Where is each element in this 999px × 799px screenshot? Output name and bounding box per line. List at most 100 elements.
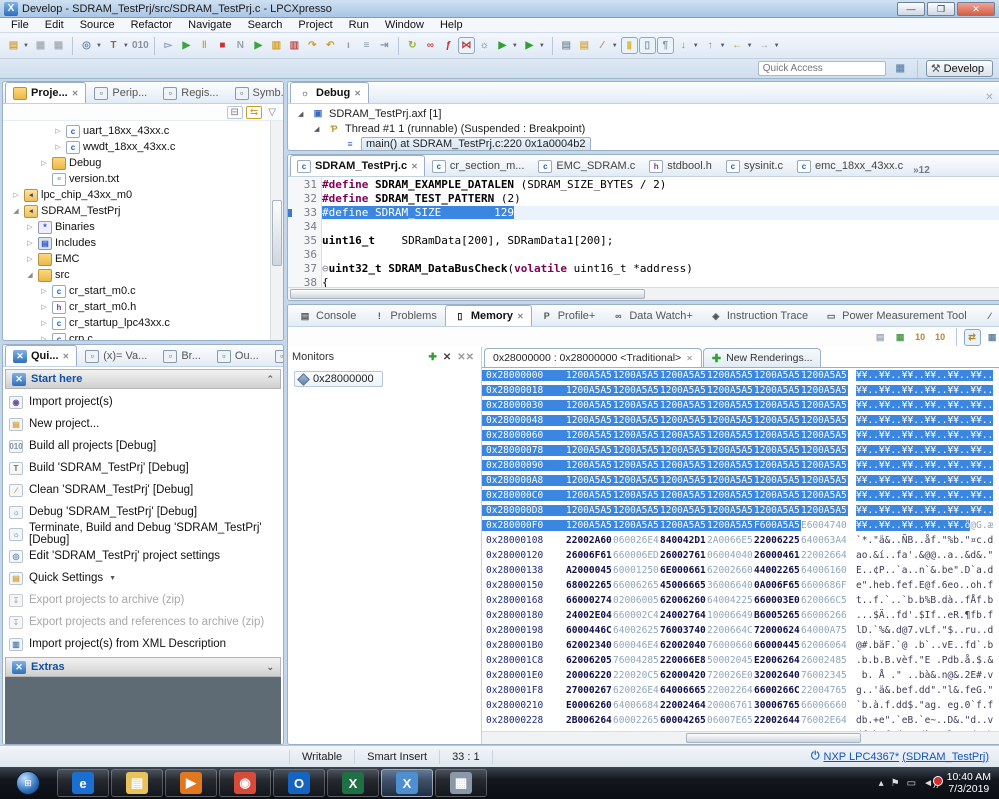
memory-value[interactable]: 1200A5A5: [754, 430, 801, 441]
network-icon[interactable]: ▭: [907, 778, 916, 789]
launch-config-icon[interactable]: ◎: [78, 37, 95, 54]
editor-gutter[interactable]: 313233343536373839: [288, 177, 322, 287]
menu-navigate[interactable]: Navigate: [181, 18, 238, 32]
start-here-header[interactable]: ✕ Start here ⌃: [5, 369, 281, 389]
memory-value[interactable]: 22004765: [801, 685, 848, 696]
expand-arrow-icon[interactable]: ◢: [11, 207, 21, 215]
memory-value[interactable]: 06007E65: [707, 715, 754, 726]
memory-value[interactable]: 36006640: [707, 580, 754, 591]
quickstart-item[interactable]: ☼ Debug 'SDRAM_TestPrj' [Debug]: [9, 503, 281, 521]
memory-value[interactable]: E0006260: [566, 700, 613, 711]
memory-row[interactable]: 0x28000078 1200A5A5 1200A5A5 1200A5A5 1200A5…: [482, 443, 999, 458]
debug-tree-item[interactable]: ≡ main() at SDRAM_TestPrj.c:220 0x1a0004b…: [294, 136, 999, 150]
expand-arrow-icon[interactable]: ▷: [53, 143, 63, 151]
memory-value[interactable]: 62002340: [566, 640, 613, 651]
memory-value[interactable]: 220066E8: [660, 655, 707, 666]
memory-value[interactable]: B6005265: [754, 610, 801, 621]
quick-access-input[interactable]: [757, 61, 886, 76]
editor-tab-4[interactable]: c sysinit.c: [719, 155, 790, 176]
prev-annotation-icon[interactable]: ↑: [702, 37, 719, 54]
editor-hscrollbar[interactable]: [288, 287, 999, 300]
code-area[interactable]: #define SDRAM_EXAMPLE_DATALEN (SDRAM_SIZ…: [322, 177, 999, 287]
memory-value[interactable]: E6004740: [801, 520, 848, 531]
editor-tab-1[interactable]: c cr_section_m...: [425, 155, 532, 176]
bottom-tab-1[interactable]: ! Problems: [364, 305, 444, 326]
close-icon[interactable]: ✕: [72, 89, 79, 98]
debug-tree-item[interactable]: ◢ ▣ SDRAM_TestPrj.axf [1]: [294, 106, 999, 121]
memory-value[interactable]: 1200A5A5: [801, 370, 848, 381]
run-app-icon[interactable]: ▶: [494, 37, 511, 54]
volume-muted-icon[interactable]: ◄)): [923, 775, 943, 789]
menu-run[interactable]: Run: [342, 18, 376, 32]
calculator[interactable]: ▦: [435, 769, 487, 797]
memory-value[interactable]: 1200A5A5: [707, 445, 754, 456]
memory-value[interactable]: 22002664: [801, 550, 848, 561]
new-memory-tab-icon[interactable]: ▤: [872, 329, 889, 346]
memory-row[interactable]: 0x28000198 6000446C 64002625 76003740 220066…: [482, 623, 999, 638]
memory-value[interactable]: 06004040: [707, 550, 754, 561]
editor-tab-5[interactable]: c emc_18xx_43xx.c: [790, 155, 910, 176]
extras-header[interactable]: ✕ Extras ⌄: [5, 657, 281, 677]
memory-value[interactable]: 1200A5A5: [613, 505, 660, 516]
memory-value[interactable]: 30006765: [754, 700, 801, 711]
memory-value[interactable]: 1200A5A5: [566, 370, 613, 381]
memory-value[interactable]: 22002264: [707, 685, 754, 696]
memory-value[interactable]: 1200A5A5: [801, 460, 848, 471]
quickstart-tab-4[interactable]: ▫Ex...: [267, 345, 283, 366]
memory-value[interactable]: 1200A5A5: [754, 475, 801, 486]
memory-value[interactable]: 60004265: [660, 715, 707, 726]
expand-arrow-icon[interactable]: ◢: [314, 125, 323, 133]
show-whitespace-icon[interactable]: ¶: [656, 37, 674, 54]
memory-value[interactable]: 1200A5A5: [754, 490, 801, 501]
link-with-editor-icon[interactable]: ⇆: [245, 105, 263, 119]
tree-item[interactable]: ▷ c cr_startup_lpc43xx.c: [3, 315, 283, 331]
flash-program-icon[interactable]: ƒ: [440, 37, 457, 54]
memory-value[interactable]: 1200A5A5: [660, 460, 707, 471]
memory-value[interactable]: 0A006F65: [754, 580, 801, 591]
memory-value[interactable]: 1200A5A5: [660, 475, 707, 486]
memory-value[interactable]: 1200A5A5: [613, 520, 660, 531]
explorer-tab-0[interactable]: Proje... ✕: [5, 82, 87, 103]
breakpoint-marker[interactable]: [288, 209, 292, 217]
mark-occurrences-icon[interactable]: ▮: [620, 37, 638, 54]
memory-value[interactable]: 620026E4: [613, 685, 660, 696]
memory-value[interactable]: 76002E64: [801, 715, 848, 726]
start-button[interactable]: ⊞: [1, 769, 55, 797]
minimize-button[interactable]: —: [897, 1, 925, 16]
refresh-icon[interactable]: ↻: [404, 37, 421, 54]
memory-value[interactable]: 620066C5: [801, 595, 848, 606]
memory-row[interactable]: 0x28000000 1200A5A5 1200A5A5 1200A5A5 1200A5…: [482, 368, 999, 383]
dropdown-arrow-icon[interactable]: ▼: [512, 43, 518, 49]
memory-value[interactable]: 1200A5A5: [707, 505, 754, 516]
memory-value[interactable]: 64000A75: [801, 625, 848, 636]
memory-row[interactable]: 0x28000060 1200A5A5 1200A5A5 1200A5A5 1200A5…: [482, 428, 999, 443]
memory-value[interactable]: 62006064: [801, 640, 848, 651]
internet-explorer[interactable]: e: [57, 769, 109, 797]
memory-value[interactable]: 220020C5: [613, 670, 660, 681]
expand-arrow-icon[interactable]: ▷: [53, 127, 63, 135]
memory-value[interactable]: 1200A5A5: [801, 400, 848, 411]
memory-value[interactable]: 060026E4: [613, 535, 660, 546]
quickstart-item[interactable]: ▤ Quick Settings ▼: [9, 569, 281, 587]
memory-grid[interactable]: 0x28000000 1200A5A5 1200A5A5 1200A5A5 1200A5…: [482, 367, 999, 744]
lpcxpresso[interactable]: X: [381, 769, 433, 797]
memory-value[interactable]: 6600686F: [801, 580, 848, 591]
tree-item[interactable]: ≡ version.txt: [3, 171, 283, 187]
memory-value[interactable]: 1200A5A5: [707, 475, 754, 486]
memory-row[interactable]: 0x280001C8 62006205 76004285 220066E8 500020…: [482, 653, 999, 668]
quickstart-item[interactable]: 010 Build all projects [Debug]: [9, 437, 281, 455]
memory-value[interactable]: A2000045: [566, 565, 613, 576]
quickstart-item[interactable]: ▤ New project...: [9, 415, 281, 433]
back-history-icon[interactable]: ←: [729, 37, 746, 54]
tree-item[interactable]: ▷ ▤ Includes: [3, 235, 283, 251]
memory-value[interactable]: 1200A5A5: [754, 505, 801, 516]
editor-overflow-chevron[interactable]: »12: [910, 165, 933, 176]
project-tree-scrollbar[interactable]: [270, 121, 283, 340]
memory-value[interactable]: 1200A5A5: [707, 370, 754, 381]
memory-value[interactable]: 1200A5A5: [801, 490, 848, 501]
memory-value[interactable]: 660002C4: [613, 610, 660, 621]
memory-value[interactable]: 1200A5A5: [801, 445, 848, 456]
memory-value[interactable]: 27000267: [566, 685, 613, 696]
link-server-icon[interactable]: ∞: [422, 37, 439, 54]
bottom-tab-0[interactable]: ▤ Console: [290, 305, 364, 326]
